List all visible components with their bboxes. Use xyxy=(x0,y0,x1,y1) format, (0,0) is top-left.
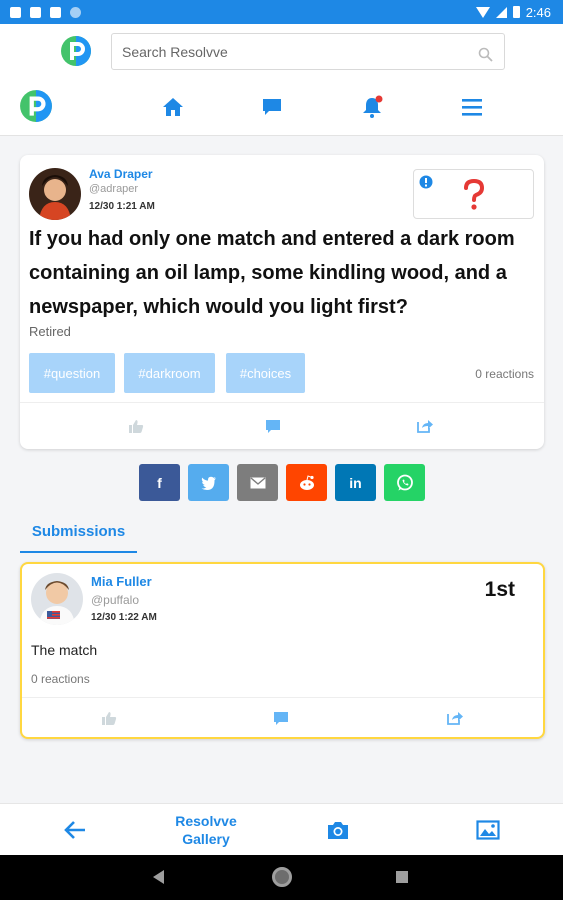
android-home-icon[interactable] xyxy=(272,867,292,887)
submission-post-time: 12/30 1:22 AM xyxy=(91,612,157,623)
search-box[interactable] xyxy=(111,33,505,70)
status-system-icons: 2:46 xyxy=(475,4,551,20)
question-mark-icon xyxy=(464,179,485,210)
search-icon[interactable] xyxy=(478,47,494,63)
battery-icon xyxy=(512,6,520,18)
tab-submissions[interactable]: Submissions xyxy=(20,520,137,553)
wifi-icon xyxy=(475,6,490,18)
status-bar: 2:46 xyxy=(0,0,563,24)
linkedin-icon: in xyxy=(349,474,362,491)
share-icon[interactable] xyxy=(416,418,434,434)
submission-rank: 1st xyxy=(484,578,515,601)
like-icon[interactable] xyxy=(100,710,118,726)
gallery-label-line2: Gallery xyxy=(182,831,230,847)
info-icon xyxy=(419,175,433,189)
menu-nav-icon[interactable] xyxy=(459,94,485,120)
bottom-bar: Resolvve Gallery xyxy=(0,803,563,855)
tag-choices[interactable]: #choices xyxy=(226,353,305,393)
chat-nav-icon[interactable] xyxy=(259,94,285,120)
whatsapp-icon xyxy=(396,474,413,490)
submission-reactions-count: 0 reactions xyxy=(31,672,90,686)
notifications-nav-icon[interactable] xyxy=(359,94,385,120)
question-author-avatar[interactable] xyxy=(29,168,81,220)
gallery-label-line1: Resolvve xyxy=(175,813,237,829)
back-arrow-icon[interactable] xyxy=(63,819,87,841)
question-status-box xyxy=(413,169,534,219)
question-category: Retired xyxy=(29,324,71,339)
facebook-icon: f xyxy=(157,474,162,491)
home-nav-icon[interactable] xyxy=(160,94,186,120)
tag-question[interactable]: #question xyxy=(29,353,115,393)
question-card[interactable]: Ava Draper @adraper 12/30 1:21 AM If you… xyxy=(20,155,544,449)
signal-icon xyxy=(495,6,507,18)
reddit-share-button[interactable] xyxy=(286,464,327,501)
top-header xyxy=(0,24,563,80)
status-time: 2:46 xyxy=(525,4,551,20)
resolvve-logo-icon[interactable] xyxy=(60,35,92,67)
submission-action-row xyxy=(22,697,543,739)
linkedin-share-button[interactable]: in xyxy=(335,464,376,501)
submission-author-avatar[interactable] xyxy=(31,573,83,625)
question-author-name[interactable]: Ava Draper xyxy=(89,167,153,181)
question-reactions-count: 0 reactions xyxy=(475,367,534,381)
app-status-icon xyxy=(30,6,41,18)
search-input[interactable] xyxy=(122,43,478,60)
email-share-button[interactable] xyxy=(237,464,278,501)
sim-status-icon xyxy=(50,6,61,18)
whatsapp-share-button[interactable] xyxy=(384,464,425,501)
submission-author-handle: @puffalo xyxy=(91,593,139,607)
image-icon[interactable] xyxy=(476,819,500,841)
share-icon[interactable] xyxy=(446,710,464,726)
android-nav-bar xyxy=(0,855,563,900)
submission-card[interactable]: Mia Fuller @puffalo 12/30 1:22 AM 1st Th… xyxy=(20,562,545,739)
twitter-icon xyxy=(201,476,216,490)
resolvve-gallery-button[interactable]: Resolvve Gallery xyxy=(166,812,246,848)
android-recents-icon[interactable] xyxy=(396,871,408,883)
status-notification-icons xyxy=(10,6,81,18)
question-post-time: 12/30 1:21 AM xyxy=(89,201,155,212)
question-text: If you had only one match and entered a … xyxy=(29,228,515,318)
sync-status-icon xyxy=(70,6,81,18)
facebook-share-button[interactable]: f xyxy=(139,464,180,501)
camera-icon[interactable] xyxy=(326,819,350,841)
android-back-icon[interactable] xyxy=(153,870,164,884)
question-action-row xyxy=(20,402,544,449)
comment-icon[interactable] xyxy=(264,418,282,434)
tag-darkroom[interactable]: #darkroom xyxy=(124,353,215,393)
reddit-icon xyxy=(299,474,314,490)
submission-text: The match xyxy=(31,642,98,658)
twitter-share-button[interactable] xyxy=(188,464,229,501)
question-author-handle: @adraper xyxy=(89,183,139,195)
resolvve-home-logo-icon[interactable] xyxy=(19,89,53,123)
comment-icon[interactable] xyxy=(272,710,290,726)
nav-bar xyxy=(0,80,563,136)
submission-author-name[interactable]: Mia Fuller xyxy=(91,574,152,589)
like-icon[interactable] xyxy=(127,418,145,434)
settings-status-icon xyxy=(10,6,21,18)
email-icon xyxy=(250,476,265,488)
